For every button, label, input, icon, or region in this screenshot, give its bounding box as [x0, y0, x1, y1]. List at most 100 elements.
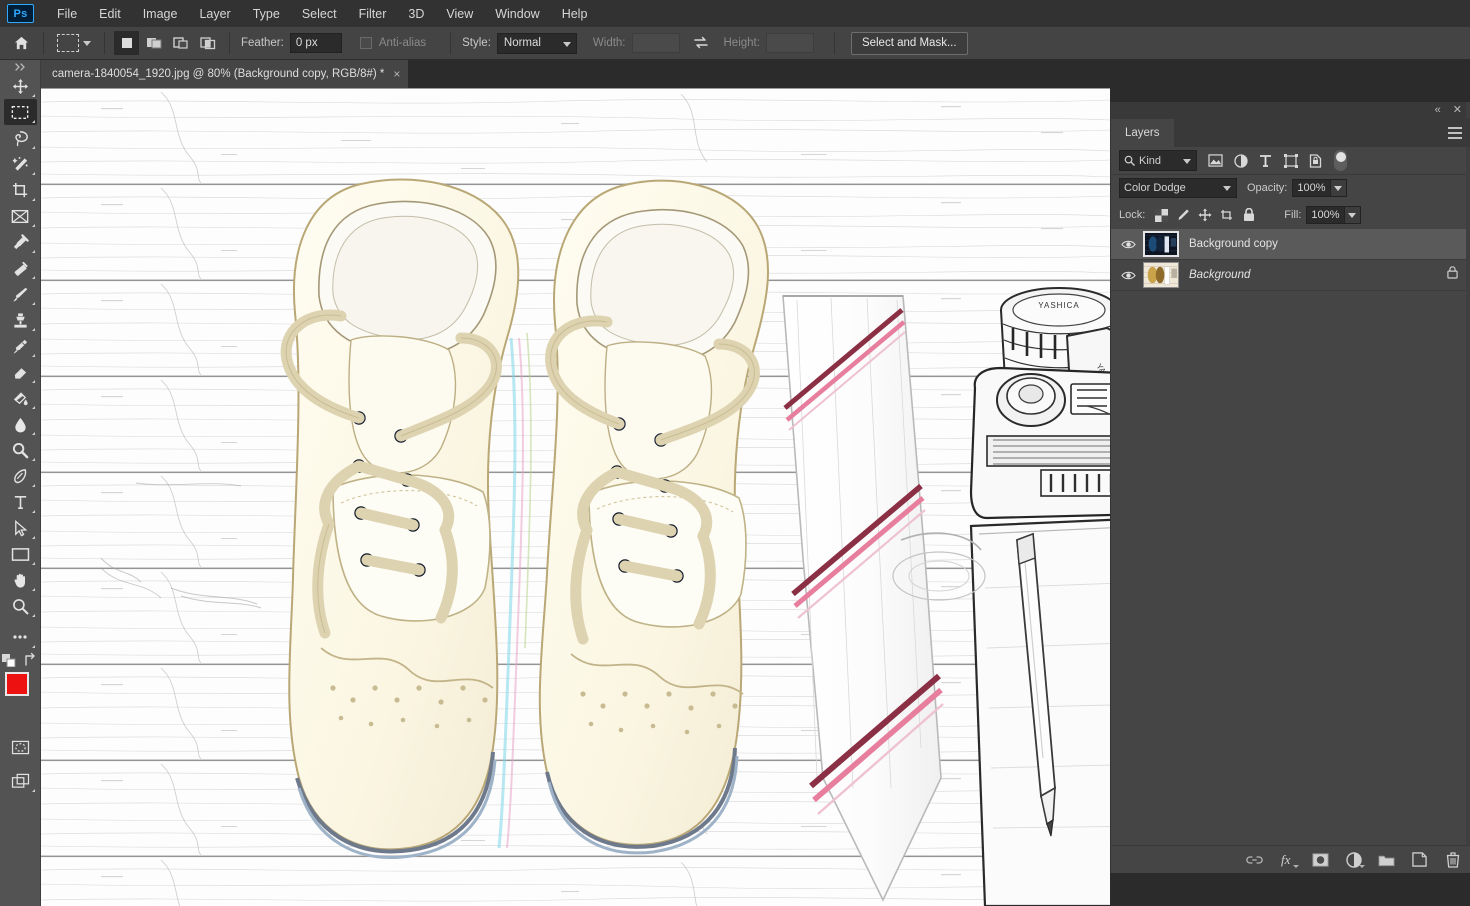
menu-help[interactable]: Help: [551, 4, 599, 24]
brush-tool[interactable]: [4, 281, 37, 307]
zoom-tool[interactable]: [4, 593, 37, 619]
opacity-stepper-icon[interactable]: [1331, 179, 1347, 197]
menu-window[interactable]: Window: [484, 4, 550, 24]
expand-toolbar-icon[interactable]: [0, 60, 41, 73]
foreground-color-swatch[interactable]: [5, 672, 29, 696]
lock-position-icon[interactable]: [1194, 205, 1216, 225]
dodge-tool[interactable]: [4, 437, 37, 463]
default-colors-icon[interactable]: [2, 654, 16, 667]
add-layer-mask-button[interactable]: [1312, 851, 1329, 868]
opacity-label: Opacity:: [1247, 182, 1287, 194]
blend-mode-select[interactable]: Color Dodge: [1119, 178, 1237, 198]
layer-visibility-toggle[interactable]: [1117, 239, 1139, 250]
new-selection-button[interactable]: [114, 31, 139, 55]
menu-image[interactable]: Image: [132, 4, 189, 24]
panel-menu-icon[interactable]: [1448, 127, 1462, 139]
gradient-tool[interactable]: [4, 385, 37, 411]
eraser-tool[interactable]: [4, 359, 37, 385]
rectangle-tool[interactable]: [4, 541, 37, 567]
frame-tool[interactable]: [4, 203, 37, 229]
screen-mode-button[interactable]: [4, 768, 37, 794]
lock-transparent-pixels-icon[interactable]: [1150, 205, 1172, 225]
layer-thumbnail[interactable]: [1143, 231, 1179, 257]
photoshop-window: Ps File Edit Image Layer Type Select Fil…: [0, 0, 1470, 906]
menu-edit[interactable]: Edit: [88, 4, 132, 24]
new-group-button[interactable]: [1378, 851, 1395, 868]
menu-file[interactable]: File: [46, 4, 88, 24]
link-layers-button[interactable]: [1246, 851, 1263, 868]
filter-toggle-switch[interactable]: [1334, 150, 1347, 171]
document-tab[interactable]: camera-1840054_1920.jpg @ 80% (Backgroun…: [41, 60, 409, 88]
menu-bar: Ps File Edit Image Layer Type Select Fil…: [0, 0, 1470, 27]
filter-kind-select[interactable]: Kind: [1119, 150, 1197, 171]
menu-select[interactable]: Select: [291, 4, 348, 24]
photoshop-logo[interactable]: Ps: [7, 4, 34, 23]
fill-stepper-icon[interactable]: [1345, 206, 1361, 224]
type-layers-filter-icon[interactable]: [1253, 150, 1278, 172]
document-canvas[interactable]: YASHICA YASHICA: [41, 88, 1110, 906]
opacity-value[interactable]: 100%: [1292, 179, 1330, 197]
path-selection-tool[interactable]: [4, 515, 37, 541]
blur-tool[interactable]: [4, 411, 37, 437]
anti-alias-label: Anti-alias: [379, 37, 426, 49]
style-select-value: Normal: [504, 37, 541, 49]
pixel-layers-filter-icon[interactable]: [1203, 150, 1228, 172]
new-adjustment-layer-button[interactable]: [1345, 851, 1362, 868]
adjustment-layers-filter-icon[interactable]: [1228, 150, 1253, 172]
width-input[interactable]: [632, 33, 680, 53]
select-and-mask-button[interactable]: Select and Mask...: [851, 32, 968, 55]
home-icon[interactable]: [8, 31, 34, 55]
add-to-selection-button[interactable]: [141, 31, 166, 55]
tab-layers[interactable]: Layers: [1111, 119, 1174, 147]
lock-image-pixels-icon[interactable]: [1172, 205, 1194, 225]
hand-tool[interactable]: [4, 567, 37, 593]
style-select[interactable]: Normal: [497, 33, 577, 54]
magic-wand-tool[interactable]: [4, 151, 37, 177]
lasso-tool[interactable]: [4, 125, 37, 151]
rectangular-marquee-tool[interactable]: [4, 99, 37, 125]
lock-all-icon[interactable]: [1238, 205, 1260, 225]
intersect-with-selection-button[interactable]: [195, 31, 220, 55]
horizontal-type-tool[interactable]: [4, 489, 37, 515]
smart-object-filter-icon[interactable]: [1303, 150, 1328, 172]
menu-3d[interactable]: 3D: [397, 4, 435, 24]
edit-toolbar-tool[interactable]: [4, 624, 37, 650]
menu-filter[interactable]: Filter: [348, 4, 398, 24]
move-tool[interactable]: [4, 73, 37, 99]
pen-tool[interactable]: [4, 463, 37, 489]
chevron-down-icon: [1223, 186, 1231, 191]
tool-expand-triangle: [32, 510, 35, 513]
menu-type[interactable]: Type: [242, 4, 291, 24]
anti-alias-checkbox[interactable]: [360, 37, 372, 49]
tool-preset-picker[interactable]: [53, 31, 95, 55]
swap-width-height-icon[interactable]: [690, 33, 712, 53]
layer-visibility-toggle[interactable]: [1117, 270, 1139, 281]
swap-colors-icon[interactable]: [23, 652, 38, 667]
tools-panel: [0, 60, 41, 906]
anti-alias-checkbox-group[interactable]: Anti-alias: [360, 37, 432, 49]
clone-stamp-tool[interactable]: [4, 307, 37, 333]
fill-value[interactable]: 100%: [1306, 206, 1344, 224]
height-input[interactable]: [766, 33, 814, 53]
close-panel-icon[interactable]: ✕: [1453, 105, 1462, 116]
delete-layer-button[interactable]: [1444, 851, 1461, 868]
lock-artboard-nesting-icon[interactable]: [1216, 205, 1238, 225]
subtract-from-selection-button[interactable]: [168, 31, 193, 55]
history-brush-tool[interactable]: [4, 333, 37, 359]
menu-layer[interactable]: Layer: [188, 4, 241, 24]
eyedropper-tool[interactable]: [4, 229, 37, 255]
panel-scrollbar[interactable]: [1466, 102, 1470, 873]
spot-healing-brush-tool[interactable]: [4, 255, 37, 281]
layer-row-background-copy[interactable]: Background copy: [1111, 229, 1470, 260]
menu-view[interactable]: View: [435, 4, 484, 24]
layer-thumbnail[interactable]: [1143, 262, 1179, 288]
shape-layers-filter-icon[interactable]: [1278, 150, 1303, 172]
layer-style-button[interactable]: fx: [1279, 851, 1296, 868]
quick-mask-mode-button[interactable]: [4, 734, 37, 760]
crop-tool[interactable]: [4, 177, 37, 203]
feather-input[interactable]: 0 px: [290, 33, 342, 53]
new-layer-button[interactable]: [1411, 851, 1428, 868]
close-icon[interactable]: ×: [393, 68, 400, 80]
layer-row-background[interactable]: Background: [1111, 260, 1470, 291]
collapse-panel-icon[interactable]: «: [1435, 105, 1441, 116]
